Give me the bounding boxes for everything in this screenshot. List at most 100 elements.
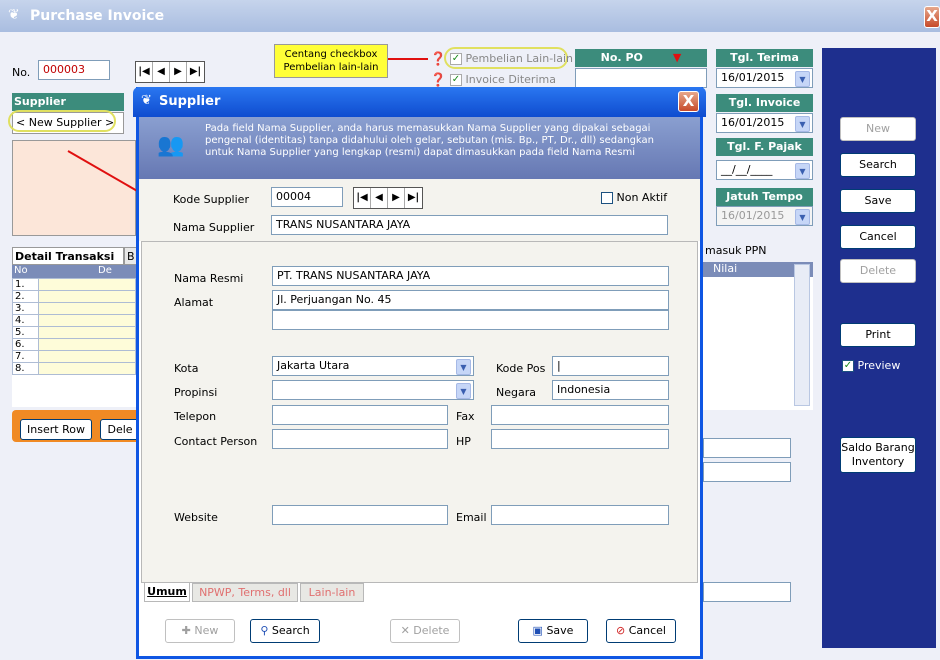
highlight-oval [8,110,116,132]
delete-button[interactable]: Delete [840,259,916,283]
no-label: No. [12,66,31,79]
po-input[interactable] [575,68,707,88]
jatuh-tempo-input[interactable]: 16/01/2015 ▼ [716,206,813,226]
negara-input[interactable]: Indonesia [552,380,669,400]
next-record-button[interactable]: ▶ [388,188,405,208]
app-icon: ❦ [8,7,20,23]
saldo-barang-button[interactable]: Saldo Barang Inventory [840,437,916,473]
delete-row-button[interactable]: Dele [100,419,140,440]
invoice-no-input[interactable]: 000003 [38,60,110,80]
tgl-invoice-header: Tgl. Invoice [716,94,813,112]
kodepos-input[interactable]: | [552,356,669,376]
preview-checkbox[interactable]: ✓ Preview [842,359,900,372]
table-row[interactable]: 5. [12,326,136,339]
insert-row-button[interactable]: Insert Row [20,419,92,440]
dialog-top-section: Kode Supplier 00004 |◀ ◀ ▶ ▶| Non Aktif Nam… [139,179,700,241]
tab-umum[interactable]: Umum [144,583,190,602]
dialog-title: Supplier [159,94,221,109]
total-field-3[interactable] [703,582,791,602]
table-row[interactable]: 8. [12,362,136,375]
tgl-pajak-input[interactable]: __/__/____ ▼ [716,160,813,180]
users-icon: 👥 [157,133,185,158]
kode-label: Kode Supplier [173,193,249,206]
callout-note: Centang checkbox Pembelian lain-lain [274,44,388,78]
resmi-label: Nama Resmi [174,272,244,285]
hp-input[interactable] [491,429,669,449]
help-icon: ❓ [430,73,447,88]
kode-input[interactable]: 00004 [271,187,343,207]
alamat-input-2[interactable] [272,310,669,330]
info-text: Pada field Nama Supplier, anda harus mem… [205,123,655,158]
grid-rows: 1. 2. 3. 4. 5. 6. 7. 8. [12,278,136,375]
dialog-new-button[interactable]: ✚ New [165,619,235,643]
table-row[interactable]: 7. [12,350,136,363]
title-bar: ❦ Purchase Invoice X [0,0,940,32]
tab-npwp[interactable]: NPWP, Terms, dll [192,583,298,602]
cancel-button[interactable]: Cancel [840,225,916,249]
print-button[interactable]: Print [840,323,916,347]
fax-input[interactable] [491,405,669,425]
kota-select[interactable]: Jakarta Utara ▼ [272,356,474,376]
dialog-save-button[interactable]: ▣ Save [518,619,588,643]
table-row[interactable]: 6. [12,338,136,351]
record-navigator: |◀ ◀ ▶ ▶| [135,61,205,83]
x-icon: ✕ [400,624,410,637]
supplier-header: Supplier [12,93,124,111]
telepon-input[interactable] [272,405,448,425]
dialog-delete-button[interactable]: ✕ Delete [390,619,460,643]
prev-record-button[interactable]: ◀ [153,62,170,82]
last-record-button[interactable]: ▶| [405,188,422,208]
last-record-button[interactable]: ▶| [187,62,204,82]
dialog-close-button[interactable]: X [678,91,699,112]
close-button[interactable]: X [924,6,940,28]
contact-person-input[interactable] [272,429,448,449]
total-field-1[interactable] [703,438,791,458]
nama-supplier-input[interactable]: TRANS NUSANTARA JAYA [271,215,668,235]
cb-invoice[interactable]: ✓ Invoice Diterima [450,73,556,86]
next-record-button[interactable]: ▶ [170,62,187,82]
table-row[interactable]: 4. [12,314,136,327]
website-input[interactable] [272,505,448,525]
floppy-icon: ▣ [532,624,543,637]
po-header: No. PO ▼ [575,49,707,67]
first-record-button[interactable]: |◀ [354,188,371,208]
tgl-invoice-input[interactable]: 16/01/2015 ▼ [716,113,813,133]
tab-lain[interactable]: Lain-lain [300,583,364,602]
callout-arrow [388,58,428,60]
total-field-2[interactable] [703,462,791,482]
window-title: Purchase Invoice [30,8,165,24]
save-button[interactable]: Save [840,189,916,213]
masuk-ppn-label: masuk PPN [705,244,767,257]
tab-detail-transaksi[interactable]: Detail Transaksi [12,247,124,265]
first-record-button[interactable]: |◀ [136,62,153,82]
fax-label: Fax [456,410,475,423]
email-label: Email [456,511,487,524]
table-row[interactable]: 3. [12,302,136,315]
prev-record-button[interactable]: ◀ [371,188,388,208]
dialog-search-button[interactable]: ⚲ Search [250,619,320,643]
nama-resmi-input[interactable]: PT. TRANS NUSANTARA JAYA [272,266,669,286]
grid-header: No De [12,265,136,278]
table-row[interactable]: 1. [12,278,136,291]
nilai-column: Nilai [703,262,813,410]
propinsi-label: Propinsi [174,386,218,399]
search-button[interactable]: Search [840,153,916,177]
tgl-terima-header: Tgl. Terima [716,49,813,67]
table-row[interactable]: 2. [12,290,136,303]
email-input[interactable] [491,505,669,525]
cb-pembelian[interactable]: ✓ Pembelian Lain-lain [450,52,573,65]
alamat-input[interactable]: Jl. Perjuangan No. 45 [272,290,669,310]
detail-grid: No De 1. 2. 3. 4. 5. 6. 7. 8. [12,265,136,407]
grid-scrollbar[interactable] [794,264,810,406]
non-aktif-checkbox[interactable]: Non Aktif [601,191,667,204]
new-button[interactable]: New [840,117,916,141]
dialog-cancel-button[interactable]: ⊘ Cancel [606,619,676,643]
kodepos-label: Kode Pos [496,362,546,375]
propinsi-select[interactable]: ▼ [272,380,474,400]
nama-label: Nama Supplier [173,221,255,234]
dialog-info-panel: 👥 Pada field Nama Supplier, anda harus m… [139,117,700,179]
dialog-icon: ❦ [141,93,152,108]
tgl-terima-input[interactable]: 16/01/2015 ▼ [716,68,813,88]
binoculars-icon: ⚲ [260,624,269,637]
cancel-icon: ⊘ [616,624,626,637]
